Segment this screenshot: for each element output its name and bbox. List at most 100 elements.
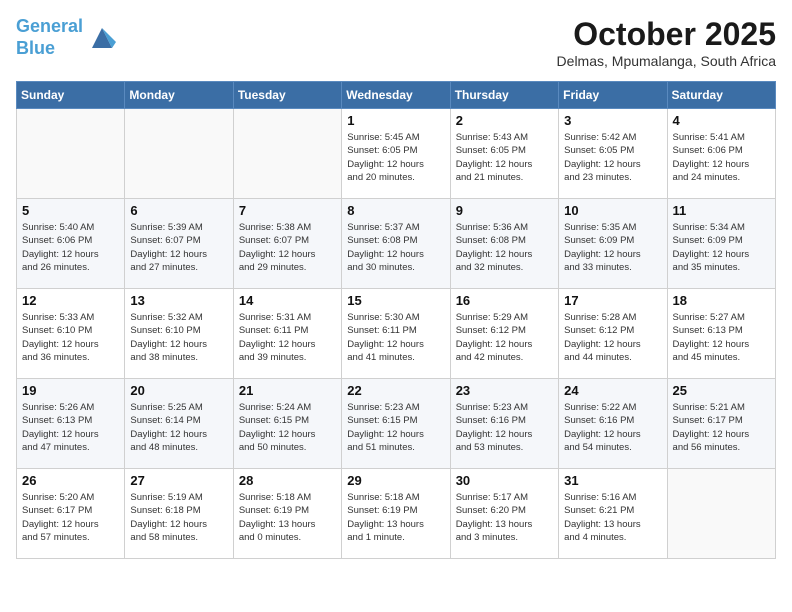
day-number: 29 bbox=[347, 473, 444, 488]
calendar-body: 1 Sunrise: 5:45 AM Sunset: 6:05 PM Daylig… bbox=[17, 109, 776, 559]
calendar-cell: 9 Sunrise: 5:36 AM Sunset: 6:08 PM Daylig… bbox=[450, 199, 558, 289]
weekday-header-friday: Friday bbox=[559, 82, 667, 109]
weekday-header-saturday: Saturday bbox=[667, 82, 775, 109]
calendar-table: SundayMondayTuesdayWednesdayThursdayFrid… bbox=[16, 81, 776, 559]
logo-text: General Blue bbox=[16, 16, 83, 59]
calendar-cell: 19Sunrise: 5:26 AM Sunset: 6:13 PM Dayli… bbox=[17, 379, 125, 469]
title-block: October 2025 Delmas, Mpumalanga, South A… bbox=[557, 16, 776, 69]
logo: General Blue bbox=[16, 16, 116, 59]
day-number: 13 bbox=[130, 293, 227, 308]
day-number: 30 bbox=[456, 473, 553, 488]
day-info: Sunrise: 5:18 AM Sunset: 6:19 PM Dayligh… bbox=[347, 491, 444, 544]
calendar-cell: 14 Sunrise: 5:31 AM Sunset: 6:11 PM Dayli… bbox=[233, 289, 341, 379]
day-info: Sunrise: 5:31 AM Sunset: 6:11 PM Dayligh… bbox=[239, 311, 336, 364]
calendar-cell: 25 Sunrise: 5:21 AM Sunset: 6:17 PM Dayli… bbox=[667, 379, 775, 469]
calendar-cell: 12 Sunrise: 5:33 AM Sunset: 6:10 PM Dayli… bbox=[17, 289, 125, 379]
calendar-cell: 3 Sunrise: 5:42 AM Sunset: 6:05 PM Daylig… bbox=[559, 109, 667, 199]
calendar-cell: 23Sunrise: 5:23 AM Sunset: 6:16 PM Dayli… bbox=[450, 379, 558, 469]
day-number: 2 bbox=[456, 113, 553, 128]
calendar-cell: 4Sunrise: 5:41 AM Sunset: 6:06 PM Daylig… bbox=[667, 109, 775, 199]
day-info: Sunrise: 5:25 AM Sunset: 6:14 PM Dayligh… bbox=[130, 401, 227, 454]
day-info: Sunrise: 5:36 AM Sunset: 6:08 PM Dayligh… bbox=[456, 221, 553, 274]
calendar-cell bbox=[17, 109, 125, 199]
day-info: Sunrise: 5:28 AM Sunset: 6:12 PM Dayligh… bbox=[564, 311, 661, 364]
day-number: 23 bbox=[456, 383, 553, 398]
calendar-week-3: 12 Sunrise: 5:33 AM Sunset: 6:10 PM Dayli… bbox=[17, 289, 776, 379]
day-info: Sunrise: 5:45 AM Sunset: 6:05 PM Dayligh… bbox=[347, 131, 444, 184]
calendar-cell: 27Sunrise: 5:19 AM Sunset: 6:18 PM Dayli… bbox=[125, 469, 233, 559]
day-number: 3 bbox=[564, 113, 661, 128]
calendar-cell: 11 Sunrise: 5:34 AM Sunset: 6:09 PM Dayli… bbox=[667, 199, 775, 289]
calendar-cell: 8 Sunrise: 5:37 AM Sunset: 6:08 PM Daylig… bbox=[342, 199, 450, 289]
calendar-cell: 13 Sunrise: 5:32 AM Sunset: 6:10 PM Dayli… bbox=[125, 289, 233, 379]
day-number: 9 bbox=[456, 203, 553, 218]
day-number: 21 bbox=[239, 383, 336, 398]
day-number: 16 bbox=[456, 293, 553, 308]
day-number: 18 bbox=[673, 293, 770, 308]
day-number: 15 bbox=[347, 293, 444, 308]
day-info: Sunrise: 5:33 AM Sunset: 6:10 PM Dayligh… bbox=[22, 311, 119, 364]
calendar-cell: 20 Sunrise: 5:25 AM Sunset: 6:14 PM Dayli… bbox=[125, 379, 233, 469]
calendar-week-1: 1 Sunrise: 5:45 AM Sunset: 6:05 PM Daylig… bbox=[17, 109, 776, 199]
location-subtitle: Delmas, Mpumalanga, South Africa bbox=[557, 53, 776, 69]
page-header: General Blue October 2025 Delmas, Mpumal… bbox=[16, 16, 776, 69]
day-info: Sunrise: 5:19 AM Sunset: 6:18 PM Dayligh… bbox=[130, 491, 227, 544]
day-info: Sunrise: 5:22 AM Sunset: 6:16 PM Dayligh… bbox=[564, 401, 661, 454]
day-info: Sunrise: 5:38 AM Sunset: 6:07 PM Dayligh… bbox=[239, 221, 336, 274]
day-number: 22 bbox=[347, 383, 444, 398]
calendar-cell: 15 Sunrise: 5:30 AM Sunset: 6:11 PM Dayli… bbox=[342, 289, 450, 379]
day-info: Sunrise: 5:37 AM Sunset: 6:08 PM Dayligh… bbox=[347, 221, 444, 274]
day-number: 25 bbox=[673, 383, 770, 398]
calendar-cell: 2Sunrise: 5:43 AM Sunset: 6:05 PM Daylig… bbox=[450, 109, 558, 199]
day-info: Sunrise: 5:32 AM Sunset: 6:10 PM Dayligh… bbox=[130, 311, 227, 364]
day-number: 8 bbox=[347, 203, 444, 218]
day-info: Sunrise: 5:30 AM Sunset: 6:11 PM Dayligh… bbox=[347, 311, 444, 364]
day-number: 12 bbox=[22, 293, 119, 308]
day-number: 19 bbox=[22, 383, 119, 398]
day-info: Sunrise: 5:34 AM Sunset: 6:09 PM Dayligh… bbox=[673, 221, 770, 274]
calendar-week-5: 26Sunrise: 5:20 AM Sunset: 6:17 PM Dayli… bbox=[17, 469, 776, 559]
weekday-header-tuesday: Tuesday bbox=[233, 82, 341, 109]
day-info: Sunrise: 5:40 AM Sunset: 6:06 PM Dayligh… bbox=[22, 221, 119, 274]
calendar-cell: 30 Sunrise: 5:17 AM Sunset: 6:20 PM Dayli… bbox=[450, 469, 558, 559]
day-number: 20 bbox=[130, 383, 227, 398]
calendar-cell: 6 Sunrise: 5:39 AM Sunset: 6:07 PM Daylig… bbox=[125, 199, 233, 289]
day-number: 5 bbox=[22, 203, 119, 218]
calendar-cell bbox=[667, 469, 775, 559]
calendar-cell: 24 Sunrise: 5:22 AM Sunset: 6:16 PM Dayli… bbox=[559, 379, 667, 469]
day-info: Sunrise: 5:42 AM Sunset: 6:05 PM Dayligh… bbox=[564, 131, 661, 184]
day-info: Sunrise: 5:24 AM Sunset: 6:15 PM Dayligh… bbox=[239, 401, 336, 454]
calendar-cell: 21 Sunrise: 5:24 AM Sunset: 6:15 PM Dayli… bbox=[233, 379, 341, 469]
day-info: Sunrise: 5:41 AM Sunset: 6:06 PM Dayligh… bbox=[673, 131, 770, 184]
calendar-cell: 26Sunrise: 5:20 AM Sunset: 6:17 PM Dayli… bbox=[17, 469, 125, 559]
day-number: 24 bbox=[564, 383, 661, 398]
calendar-cell: 1 Sunrise: 5:45 AM Sunset: 6:05 PM Daylig… bbox=[342, 109, 450, 199]
calendar-cell: 28 Sunrise: 5:18 AM Sunset: 6:19 PM Dayli… bbox=[233, 469, 341, 559]
weekday-header-sunday: Sunday bbox=[17, 82, 125, 109]
calendar-week-2: 5 Sunrise: 5:40 AM Sunset: 6:06 PM Daylig… bbox=[17, 199, 776, 289]
weekday-header-monday: Monday bbox=[125, 82, 233, 109]
day-info: Sunrise: 5:17 AM Sunset: 6:20 PM Dayligh… bbox=[456, 491, 553, 544]
calendar-cell: 31Sunrise: 5:16 AM Sunset: 6:21 PM Dayli… bbox=[559, 469, 667, 559]
month-title: October 2025 bbox=[557, 16, 776, 53]
day-number: 17 bbox=[564, 293, 661, 308]
calendar-cell bbox=[233, 109, 341, 199]
day-number: 11 bbox=[673, 203, 770, 218]
day-number: 14 bbox=[239, 293, 336, 308]
calendar-header-row: SundayMondayTuesdayWednesdayThursdayFrid… bbox=[17, 82, 776, 109]
day-number: 26 bbox=[22, 473, 119, 488]
day-number: 1 bbox=[347, 113, 444, 128]
calendar-cell: 10Sunrise: 5:35 AM Sunset: 6:09 PM Dayli… bbox=[559, 199, 667, 289]
calendar-cell: 29 Sunrise: 5:18 AM Sunset: 6:19 PM Dayli… bbox=[342, 469, 450, 559]
weekday-header-wednesday: Wednesday bbox=[342, 82, 450, 109]
calendar-cell: 7 Sunrise: 5:38 AM Sunset: 6:07 PM Daylig… bbox=[233, 199, 341, 289]
calendar-cell: 18 Sunrise: 5:27 AM Sunset: 6:13 PM Dayli… bbox=[667, 289, 775, 379]
day-info: Sunrise: 5:18 AM Sunset: 6:19 PM Dayligh… bbox=[239, 491, 336, 544]
calendar-cell: 22Sunrise: 5:23 AM Sunset: 6:15 PM Dayli… bbox=[342, 379, 450, 469]
day-info: Sunrise: 5:39 AM Sunset: 6:07 PM Dayligh… bbox=[130, 221, 227, 274]
day-info: Sunrise: 5:27 AM Sunset: 6:13 PM Dayligh… bbox=[673, 311, 770, 364]
day-number: 7 bbox=[239, 203, 336, 218]
day-info: Sunrise: 5:21 AM Sunset: 6:17 PM Dayligh… bbox=[673, 401, 770, 454]
day-number: 28 bbox=[239, 473, 336, 488]
day-number: 6 bbox=[130, 203, 227, 218]
